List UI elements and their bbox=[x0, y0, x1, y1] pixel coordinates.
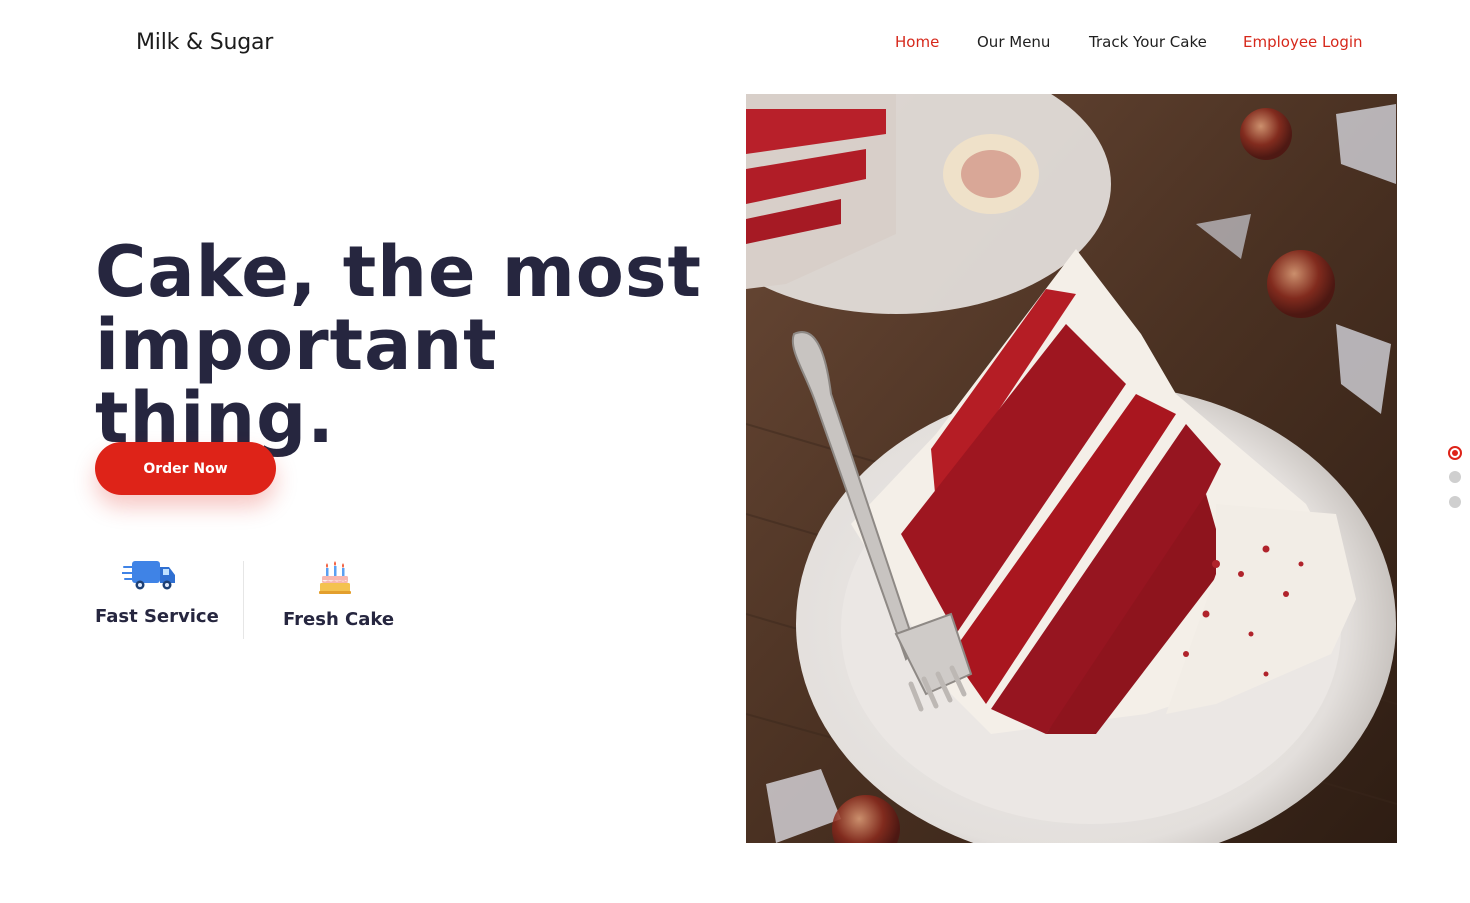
hero-title: Cake, the most important thing. bbox=[95, 236, 735, 455]
carousel-dot-3[interactable] bbox=[1449, 496, 1461, 508]
delivery-truck-icon bbox=[122, 561, 175, 590]
hero-cake-image bbox=[746, 94, 1397, 843]
order-now-button[interactable]: Order Now bbox=[95, 442, 276, 495]
birthday-cake-icon bbox=[319, 561, 351, 594]
feature-label: Fast Service bbox=[95, 606, 219, 627]
carousel-indicators bbox=[1446, 444, 1466, 514]
feature-divider bbox=[243, 561, 244, 639]
carousel-dot-2[interactable] bbox=[1449, 471, 1461, 483]
top-nav: Home Our Menu Track Your Cake Employee L… bbox=[0, 33, 1470, 55]
carousel-dot-1[interactable] bbox=[1448, 446, 1462, 460]
nav-track-cake-link[interactable]: Track Your Cake bbox=[1089, 33, 1207, 51]
nav-employee-login-link[interactable]: Employee Login bbox=[1243, 33, 1363, 51]
nav-home-link[interactable]: Home bbox=[895, 33, 939, 51]
hero-title-line-2: important thing. bbox=[95, 304, 498, 459]
nav-our-menu-link[interactable]: Our Menu bbox=[977, 33, 1050, 51]
feature-label: Fresh Cake bbox=[283, 609, 395, 630]
red-velvet-cake-illustration bbox=[746, 94, 1397, 843]
hero-title-line-1: Cake, the most bbox=[95, 231, 703, 313]
